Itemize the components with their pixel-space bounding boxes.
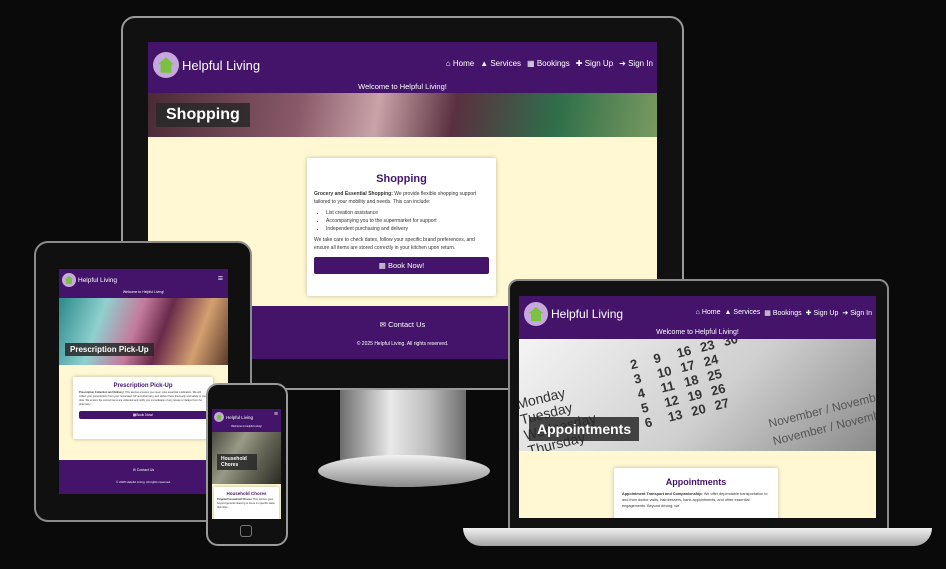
- brand-name: Helpful Living: [78, 276, 118, 284]
- nav-home[interactable]: ⌂ Home: [446, 59, 474, 68]
- navbar: Helpful Living ≡ Welcome to Helpful Livi…: [212, 409, 281, 432]
- hero-image: Household Chores: [212, 432, 281, 484]
- card-title: Shopping: [376, 173, 427, 185]
- brand[interactable]: Helpful Living: [214, 412, 253, 422]
- footer: ✉ Contact Us © 2025 Helpful Living. All …: [59, 460, 228, 494]
- card-list: List creation assistance Accompanying yo…: [326, 209, 489, 233]
- book-now-button[interactable]: ▦ Book Now!: [314, 257, 489, 274]
- list-item: List creation assistance: [326, 209, 489, 217]
- bookings-icon: ▦: [764, 310, 771, 317]
- navbar: Helpful Living ⌂ Home ▲ Services ▦ Booki…: [519, 296, 876, 339]
- nav-services[interactable]: ▲ Services: [480, 59, 521, 68]
- bookings-icon: ▦: [527, 59, 535, 68]
- card-intro: Prescription Collection and Delivery: Th…: [79, 391, 207, 406]
- navbar: Helpful Living ⌂ Home ▲ Services ▦ Booki…: [148, 42, 657, 93]
- card-title: Appointments: [665, 477, 727, 487]
- hero-image: MondayTuesdayWednesdayThursdayFriday 291…: [519, 339, 876, 451]
- monitor-base: [318, 455, 490, 487]
- services-icon: ▲: [724, 309, 732, 316]
- logo-heart-icon: [214, 412, 224, 422]
- signin-icon: ➔: [842, 310, 849, 317]
- nav-bookings[interactable]: ▦ Bookings: [527, 59, 570, 68]
- laptop-base: [463, 528, 932, 546]
- home-icon: ⌂: [695, 309, 700, 316]
- envelope-icon: ✉: [132, 468, 136, 472]
- phone-screen: Helpful Living ≡ Welcome to Helpful Livi…: [212, 409, 281, 519]
- hero-title: Shopping: [156, 103, 250, 127]
- logo-heart-icon: [524, 302, 548, 326]
- brand[interactable]: Helpful Living: [524, 302, 623, 326]
- nav-bookings[interactable]: ▦ Bookings: [764, 309, 801, 317]
- hero-title: Prescription Pick-Up: [65, 343, 154, 356]
- welcome-banner: Welcome to Helpful Living!: [122, 290, 165, 294]
- card-title: Prescription Pick-Up: [113, 383, 173, 389]
- nav-services[interactable]: ▲ Services: [725, 309, 761, 317]
- nav-links: ⌂ Home ▲ Services ▦ Bookings ✚ Sign Up ➔…: [696, 309, 872, 317]
- tablet-screen: Helpful Living ≡ Welcome to Helpful Livi…: [59, 269, 228, 494]
- copyright: © 2025 Helpful Living. All rights reserv…: [116, 480, 171, 484]
- phone-home-button: [240, 525, 252, 537]
- service-card: Prescription Pick-Up Prescription Collec…: [73, 377, 213, 439]
- card-title: Household Chores: [226, 491, 267, 496]
- nav-links: ⌂ Home ▲ Services ▦ Bookings ✚ Sign Up ➔…: [446, 59, 653, 68]
- brand-name: Helpful Living: [551, 307, 624, 321]
- signup-icon: ✚: [575, 59, 583, 68]
- services-icon: ▲: [480, 59, 489, 68]
- card-outro: We take care to check dates, follow your…: [314, 237, 475, 251]
- service-card: Shopping Grocery and Essential Shopping:…: [307, 158, 496, 296]
- nav-home[interactable]: ⌂ Home: [696, 309, 721, 317]
- menu-toggle-icon[interactable]: ≡: [218, 273, 223, 283]
- card-intro: Targeted Household Chores: This service …: [217, 498, 275, 509]
- service-card: Household Chores Targeted Household Chor…: [214, 487, 279, 519]
- envelope-icon: ✉: [379, 320, 387, 329]
- hero-image: Prescription Pick-Up: [59, 298, 228, 365]
- card-intro: Appointment Transport and Companionship:…: [622, 492, 768, 508]
- service-card: Appointments Appointment Transport and C…: [614, 468, 778, 518]
- brand[interactable]: Helpful Living: [153, 52, 260, 78]
- contact-link[interactable]: ✉ Contact Us: [59, 468, 228, 472]
- nav-signin[interactable]: ➔ Sign In: [842, 309, 872, 317]
- card-intro: Grocery and Essential Shopping: We provi…: [314, 191, 477, 205]
- list-item: Independent purchasing and delivery: [326, 225, 489, 233]
- navbar: Helpful Living ≡ Welcome to Helpful Livi…: [59, 269, 228, 298]
- menu-toggle-icon[interactable]: ≡: [274, 411, 278, 418]
- monitor-neck: [340, 390, 466, 460]
- home-icon: ⌂: [445, 59, 451, 68]
- welcome-banner: Welcome to Helpful Living!: [358, 82, 447, 91]
- welcome-banner: Welcome to Helpful Living!: [656, 329, 739, 336]
- logo-heart-icon: [153, 52, 179, 78]
- hero-image: Shopping: [148, 93, 657, 137]
- brand-name: Helpful Living: [182, 57, 261, 73]
- laptop-screen: Helpful Living ⌂ Home ▲ Services ▦ Booki…: [519, 296, 876, 518]
- signup-icon: ✚: [805, 310, 812, 317]
- list-item: Accompanying you to the supermarket for …: [326, 217, 489, 225]
- welcome-banner: Welcome to Helpful Living!: [231, 425, 262, 428]
- nav-signin[interactable]: ➔ Sign In: [619, 59, 653, 68]
- logo-heart-icon: [62, 273, 76, 287]
- nav-signup[interactable]: ✚ Sign Up: [576, 59, 613, 68]
- calendar-icon: ▦: [378, 261, 386, 270]
- book-now-button[interactable]: ▦Book Now!: [79, 411, 207, 419]
- hero-title: Household Chores: [217, 454, 257, 470]
- brand[interactable]: Helpful Living: [62, 273, 117, 287]
- hero-title: Appointments: [529, 417, 640, 441]
- nav-signup[interactable]: ✚ Sign Up: [806, 309, 839, 317]
- signin-icon: ➔: [619, 59, 626, 68]
- brand-name: Helpful Living: [226, 414, 254, 420]
